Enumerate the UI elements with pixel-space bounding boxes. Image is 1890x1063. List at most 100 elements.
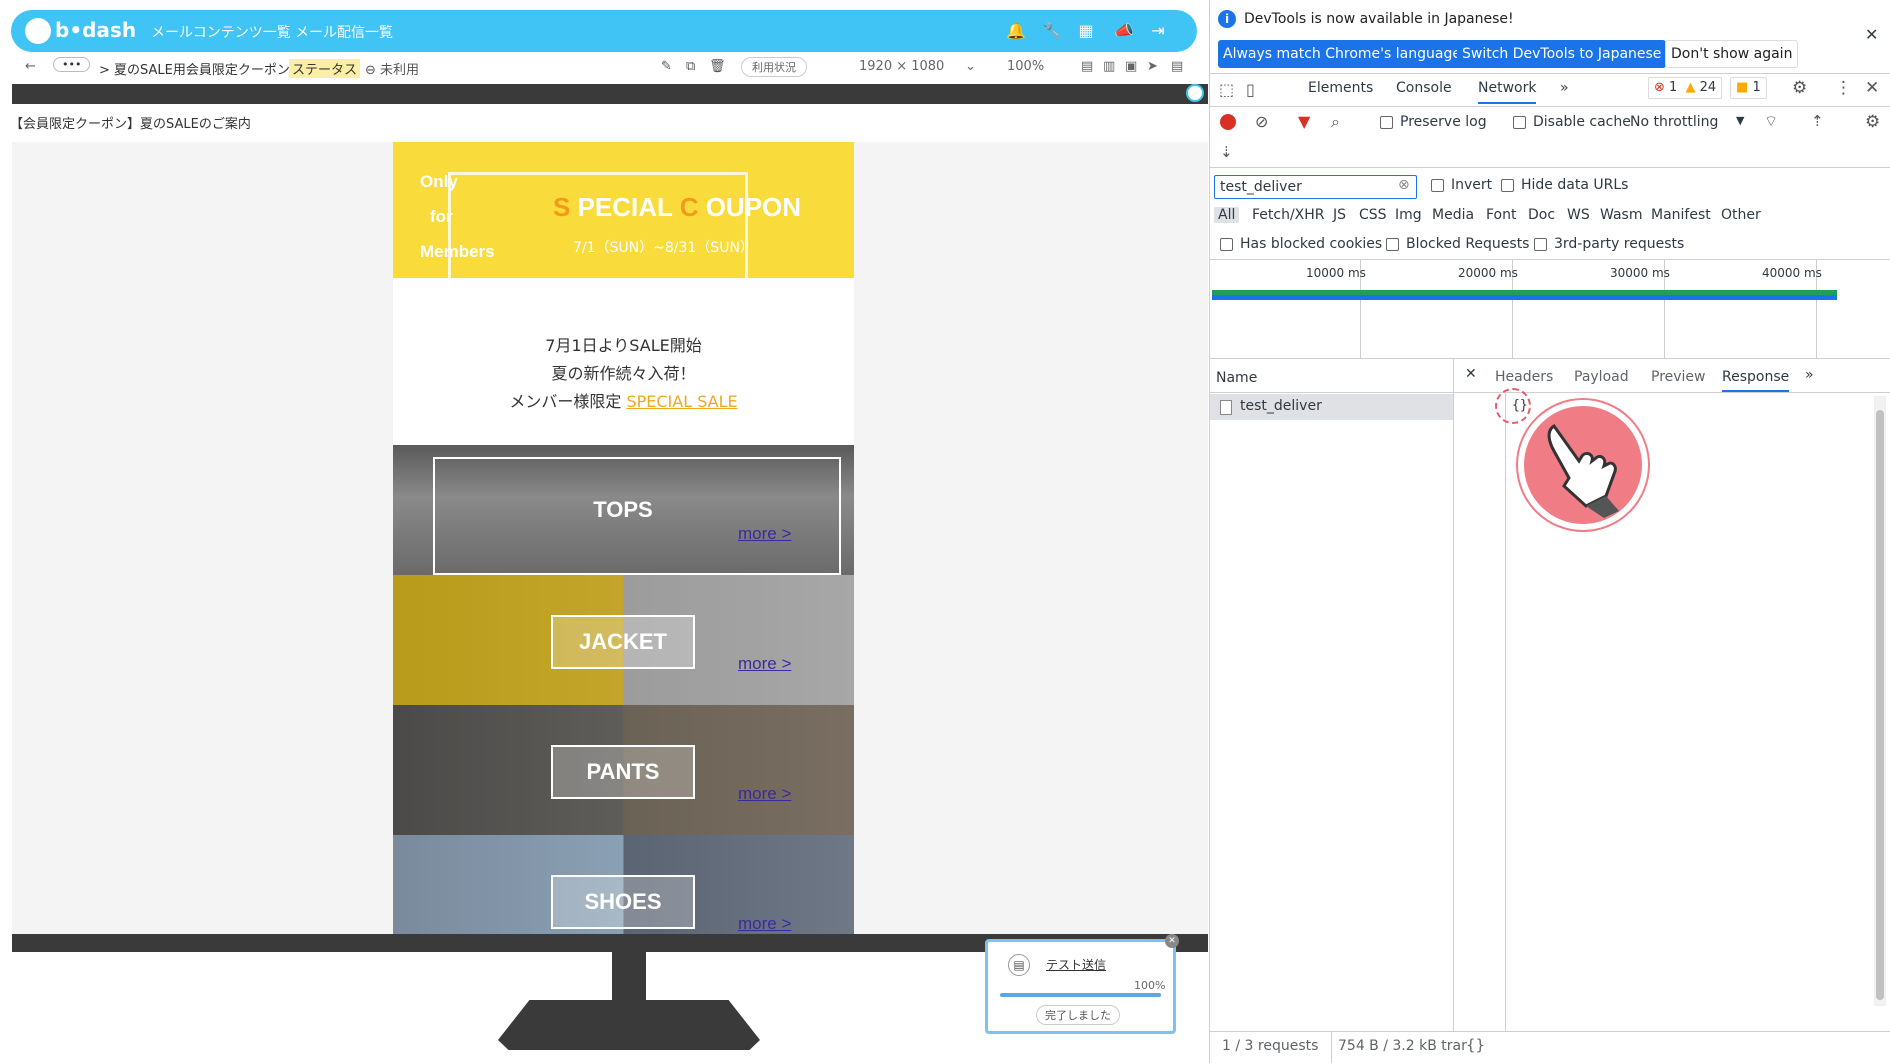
third-party-checkbox[interactable] <box>1534 238 1547 251</box>
category-shoes[interactable]: SHOES more > <box>393 835 854 934</box>
category-jacket[interactable]: JACKET more > <box>393 575 854 705</box>
invert-checkbox[interactable] <box>1431 179 1444 192</box>
network-conditions-icon[interactable]: ⌔ <box>1764 112 1778 131</box>
devtools-panel: i DevTools is now available in Japanese!… <box>1209 0 1890 1063</box>
network-settings-icon[interactable]: ⚙ <box>1865 112 1880 132</box>
type-filter-other[interactable]: Other <box>1721 207 1761 223</box>
usage-status-button[interactable]: 利用状況 <box>741 57 807 77</box>
toast-close-icon[interactable]: ✕ <box>1165 934 1179 948</box>
dont-show-again-button[interactable]: Don't show again <box>1665 40 1799 68</box>
switch-japanese-button[interactable]: Switch DevTools to Japanese <box>1457 40 1667 68</box>
clear-icon[interactable]: ⊘ <box>1255 112 1268 131</box>
kebab-menu-icon[interactable]: ⋮ <box>1835 78 1852 98</box>
close-devtools-icon[interactable]: ✕ <box>1865 78 1879 98</box>
type-filter-manifest[interactable]: Manifest <box>1651 207 1711 223</box>
throttling-select[interactable]: No throttling <box>1630 114 1718 130</box>
pretty-print-button[interactable]: {} <box>1466 1036 1485 1054</box>
settings-gear-icon[interactable]: ⚙ <box>1792 78 1807 98</box>
tab-elements[interactable]: Elements <box>1308 80 1373 96</box>
trash-icon[interactable]: 🗑 <box>709 59 726 74</box>
send-icon[interactable]: ➤ <box>1147 59 1158 74</box>
category-pants[interactable]: PANTS more > <box>393 705 854 835</box>
special-sale-link[interactable]: SPECIAL SALE <box>626 392 737 411</box>
disable-cache-checkbox[interactable] <box>1513 116 1526 129</box>
detail-tab-payload[interactable]: Payload <box>1574 369 1629 385</box>
type-filter-all[interactable]: All <box>1214 207 1240 223</box>
toast-status-badge: 完了しました <box>1036 1005 1120 1025</box>
preserve-log-checkbox[interactable] <box>1380 116 1393 129</box>
import-har-icon[interactable]: ⇡ <box>1811 112 1824 130</box>
wrench-icon[interactable]: 🔧 <box>1042 23 1062 39</box>
grid-icon[interactable]: ▦ <box>1078 23 1094 39</box>
back-arrow-icon[interactable]: ← <box>25 59 36 74</box>
nav-mail-delivery[interactable]: メール配信一覧 <box>295 22 393 42</box>
type-filter-ws[interactable]: WS <box>1567 207 1590 223</box>
issues-counter[interactable]: ■ 1 <box>1730 77 1767 99</box>
type-filter-img[interactable]: Img <box>1395 207 1422 223</box>
top-nav-bar: b•dash メールコンテンツ一覧 メール配信一覧 🔔 🔧 ▦ 📣 ⇥ <box>11 10 1197 52</box>
filter-icon[interactable]: ▼ <box>1298 112 1310 131</box>
nav-mail-contents[interactable]: メールコンテンツ一覧 <box>151 22 291 42</box>
chevron-down-icon[interactable]: ⌄ <box>965 59 976 74</box>
blocked-requests-label: Blocked Requests <box>1406 236 1530 252</box>
more-link-shoes[interactable]: more > <box>738 914 791 934</box>
clear-filter-icon[interactable]: ⊗ <box>1398 177 1410 193</box>
blocked-requests-checkbox[interactable] <box>1386 238 1399 251</box>
bell-icon[interactable]: 🔔 <box>1006 23 1026 39</box>
more-link-tops[interactable]: more > <box>738 524 791 544</box>
record-icon[interactable] <box>1220 114 1236 130</box>
type-filter-js[interactable]: JS <box>1333 207 1346 223</box>
resolution-select[interactable]: 1920 × 1080 <box>859 59 944 74</box>
hide-data-urls-checkbox[interactable] <box>1501 179 1514 192</box>
timeline-overview[interactable]: 10000 ms 20000 ms 30000 ms 40000 ms <box>1210 260 1890 358</box>
name-column-header[interactable]: Name <box>1216 370 1257 386</box>
type-filter-font[interactable]: Font <box>1486 207 1516 223</box>
third-party-label: 3rd-party requests <box>1554 236 1685 252</box>
more-detail-tabs-icon[interactable]: » <box>1805 367 1814 383</box>
clipboard-icon[interactable]: ▥ <box>1103 59 1115 74</box>
error-warning-counter[interactable]: ⊗ 1 ▲ 24 <box>1648 77 1723 99</box>
more-link-jacket[interactable]: more > <box>738 654 791 674</box>
close-banner-icon[interactable]: ✕ <box>1865 25 1878 44</box>
filter-input[interactable]: test_deliver <box>1214 175 1417 199</box>
device-toggle-icon[interactable]: ▯ <box>1246 80 1255 99</box>
bdash-logo-icon[interactable] <box>25 18 51 44</box>
type-filter-wasm[interactable]: Wasm <box>1600 207 1642 223</box>
response-scrollbar[interactable] <box>1874 396 1886 1006</box>
more-menu-button[interactable]: ••• <box>53 57 91 72</box>
tab-console[interactable]: Console <box>1396 80 1452 96</box>
type-filter-css[interactable]: CSS <box>1359 207 1387 223</box>
detail-tab-response[interactable]: Response <box>1722 369 1790 392</box>
type-filter-media[interactable]: Media <box>1432 207 1474 223</box>
copy-icon[interactable]: ⧉ <box>686 59 695 74</box>
blocked-cookies-checkbox[interactable] <box>1220 238 1233 251</box>
close-detail-icon[interactable]: ✕ <box>1465 366 1477 382</box>
megaphone-icon[interactable]: 📣 <box>1114 23 1134 39</box>
request-row[interactable]: test_deliver <box>1210 394 1453 420</box>
more-tabs-icon[interactable]: » <box>1560 80 1569 96</box>
chevron-down-icon[interactable]: ▼ <box>1736 114 1744 127</box>
edit-icon[interactable]: ✎ <box>661 59 672 74</box>
export-har-icon[interactable]: ⇣ <box>1220 143 1233 161</box>
detail-tab-preview[interactable]: Preview <box>1651 369 1706 385</box>
document-icon[interactable]: ▤ <box>1081 59 1093 74</box>
type-filter-fetch[interactable]: Fetch/XHR <box>1252 207 1325 223</box>
logo-text[interactable]: b•dash <box>55 18 136 42</box>
more-link-pants[interactable]: more > <box>738 784 791 804</box>
category-tops[interactable]: TOPS more > <box>393 445 854 575</box>
invert-label: Invert <box>1451 177 1493 193</box>
detail-tab-headers[interactable]: Headers <box>1495 369 1553 385</box>
request-name: test_deliver <box>1240 398 1322 414</box>
tab-network[interactable]: Network <box>1478 80 1537 104</box>
search-icon[interactable]: ⌕ <box>1331 112 1340 132</box>
email-preview: Only for Members S PECIAL C OUPON 7/1（SU… <box>393 142 854 934</box>
type-filter-doc[interactable]: Doc <box>1528 207 1555 223</box>
file-icon[interactable]: ▤ <box>1171 59 1183 74</box>
inspect-icon[interactable]: ⬚ <box>1219 80 1234 99</box>
resize-handle[interactable] <box>1186 84 1204 102</box>
zoom-select[interactable]: 100% <box>1007 59 1044 74</box>
logout-icon[interactable]: ⇥ <box>1150 23 1166 39</box>
intro-line-3: メンバー様限定 SPECIAL SALE <box>509 392 738 411</box>
match-language-button[interactable]: Always match Chrome's language <box>1218 40 1466 68</box>
save-icon[interactable]: ▣ <box>1125 59 1137 74</box>
